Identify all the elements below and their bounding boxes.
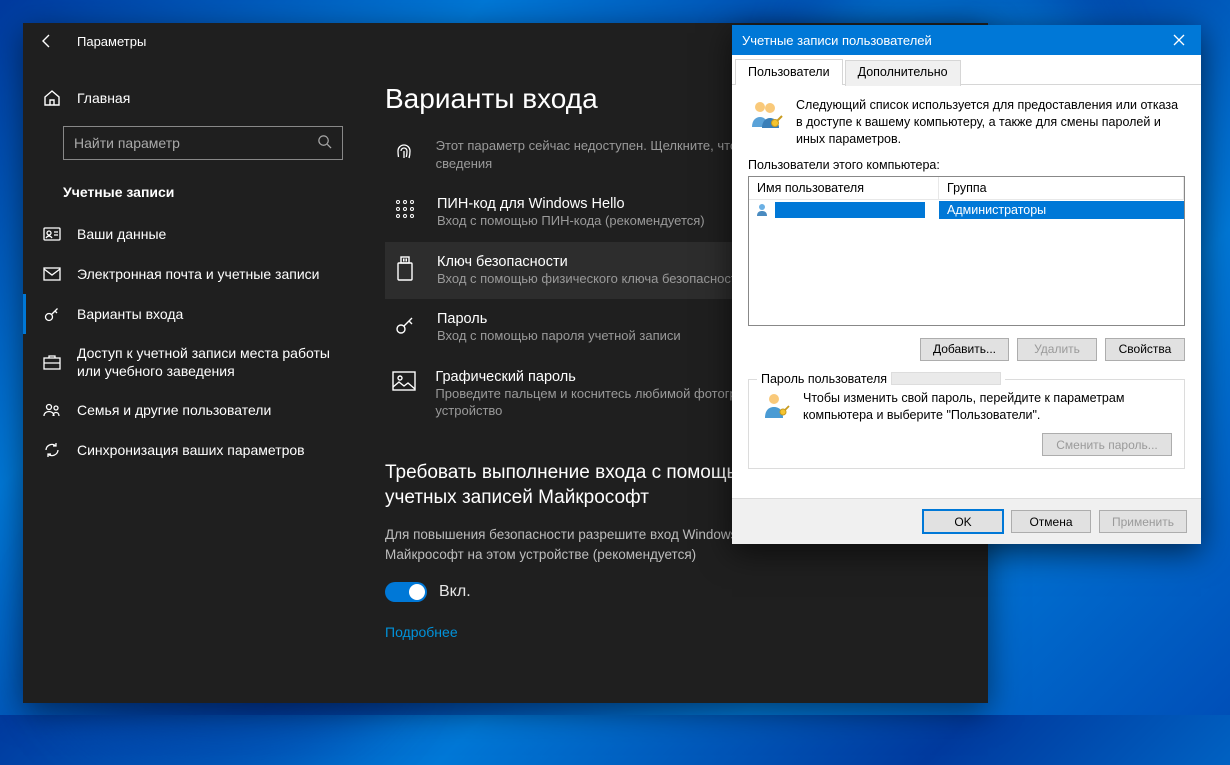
dialog-tabs: Пользователи Дополнительно [732, 55, 1201, 85]
dialog-body: Следующий список используется для предос… [732, 85, 1201, 498]
sidebar-item-sync[interactable]: Синхронизация ваших параметров [23, 430, 363, 470]
sidebar-item-label: Ваши данные [77, 226, 166, 242]
mail-icon [43, 267, 61, 281]
user-group: Администраторы [939, 201, 1184, 219]
sync-icon [43, 441, 61, 459]
home-icon [43, 89, 61, 107]
search-icon [317, 134, 332, 152]
change-password-button: Сменить пароль... [1042, 433, 1172, 456]
username-redacted [775, 202, 925, 218]
sidebar-item-label: Синхронизация ваших параметров [77, 442, 305, 458]
option-desc: Вход с помощью ПИН-кода (рекомендуется) [437, 212, 705, 230]
sidebar-category: Учетные записи [23, 174, 363, 214]
option-title: Ключ безопасности [437, 254, 744, 270]
option-desc: Вход с помощью физического ключа безопас… [437, 270, 744, 288]
user-accounts-dialog: Учетные записи пользователей Пользовател… [732, 25, 1201, 544]
option-title: Пароль [437, 311, 681, 327]
tab-advanced[interactable]: Дополнительно [845, 60, 961, 86]
fieldset-text: Чтобы изменить свой пароль, перейдите к … [803, 390, 1172, 424]
sidebar-item-work-access[interactable]: Доступ к учетной записи места работы или… [23, 334, 363, 390]
user-icon [755, 202, 769, 219]
sidebar-item-email[interactable]: Электронная почта и учетные записи [23, 254, 363, 294]
people-icon [43, 402, 61, 418]
sidebar-item-label: Электронная почта и учетные записи [77, 266, 319, 282]
sidebar-category-label: Учетные записи [63, 184, 174, 200]
briefcase-icon [43, 354, 61, 370]
close-button[interactable] [1157, 25, 1201, 55]
option-title: ПИН-код для Windows Hello [437, 196, 705, 212]
list-label: Пользователи этого компьютера: [748, 158, 1185, 172]
person-card-icon [43, 227, 61, 241]
search-input[interactable]: Найти параметр [63, 126, 343, 160]
ok-button[interactable]: OK [923, 510, 1003, 533]
picture-icon [391, 369, 417, 391]
apply-button: Применить [1099, 510, 1187, 533]
toggle-label: Вкл. [439, 583, 471, 601]
settings-window-title: Параметры [77, 34, 146, 49]
list-header: Имя пользователя Группа [749, 177, 1184, 200]
sidebar-item-your-info[interactable]: Ваши данные [23, 214, 363, 254]
keypad-icon [391, 196, 419, 220]
back-button[interactable] [37, 33, 57, 49]
toggle-switch-on[interactable] [385, 582, 427, 602]
col-group[interactable]: Группа [939, 177, 1184, 199]
legend-username-redacted [891, 372, 1001, 385]
key-icon [391, 311, 419, 337]
col-username[interactable]: Имя пользователя [749, 177, 939, 199]
sidebar-item-label: Семья и другие пользователи [77, 402, 271, 418]
user-key-icon [761, 390, 791, 423]
add-button[interactable]: Добавить... [920, 338, 1009, 361]
user-list[interactable]: Имя пользователя Группа Администраторы [748, 176, 1185, 326]
tab-users[interactable]: Пользователи [735, 59, 843, 85]
properties-button[interactable]: Свойства [1105, 338, 1185, 361]
usb-key-icon [391, 254, 419, 282]
sidebar-item-family[interactable]: Семья и другие пользователи [23, 390, 363, 430]
hello-toggle[interactable]: Вкл. [385, 582, 958, 602]
sidebar-home-label: Главная [77, 90, 130, 106]
sidebar-item-label: Варианты входа [77, 306, 183, 322]
dialog-titlebar: Учетные записи пользователей [732, 25, 1201, 55]
learn-more-link[interactable]: Подробнее [385, 624, 958, 640]
settings-sidebar: Главная Найти параметр Учетные записи Ва… [23, 23, 363, 703]
option-desc: Вход с помощью пароля учетной записи [437, 327, 681, 345]
user-row-selected[interactable]: Администраторы [749, 200, 1184, 221]
sidebar-item-label: Доступ к учетной записи места работы или… [77, 344, 343, 380]
delete-button: Удалить [1017, 338, 1097, 361]
sidebar-item-signin-options[interactable]: Варианты входа [23, 294, 363, 334]
key-icon [43, 305, 61, 323]
sidebar-home[interactable]: Главная [23, 78, 363, 118]
users-keys-icon [748, 97, 784, 133]
dialog-title: Учетные записи пользователей [742, 33, 932, 48]
dialog-footer: OK Отмена Применить [732, 498, 1201, 544]
search-placeholder: Найти параметр [74, 135, 180, 151]
dialog-intro-text: Следующий список используется для предос… [796, 97, 1185, 148]
fingerprint-icon [391, 137, 418, 163]
fieldset-legend: Пароль пользователя [761, 372, 887, 386]
password-fieldset: Пароль пользователя Чтобы изменить свой … [748, 379, 1185, 470]
cancel-button[interactable]: Отмена [1011, 510, 1091, 533]
